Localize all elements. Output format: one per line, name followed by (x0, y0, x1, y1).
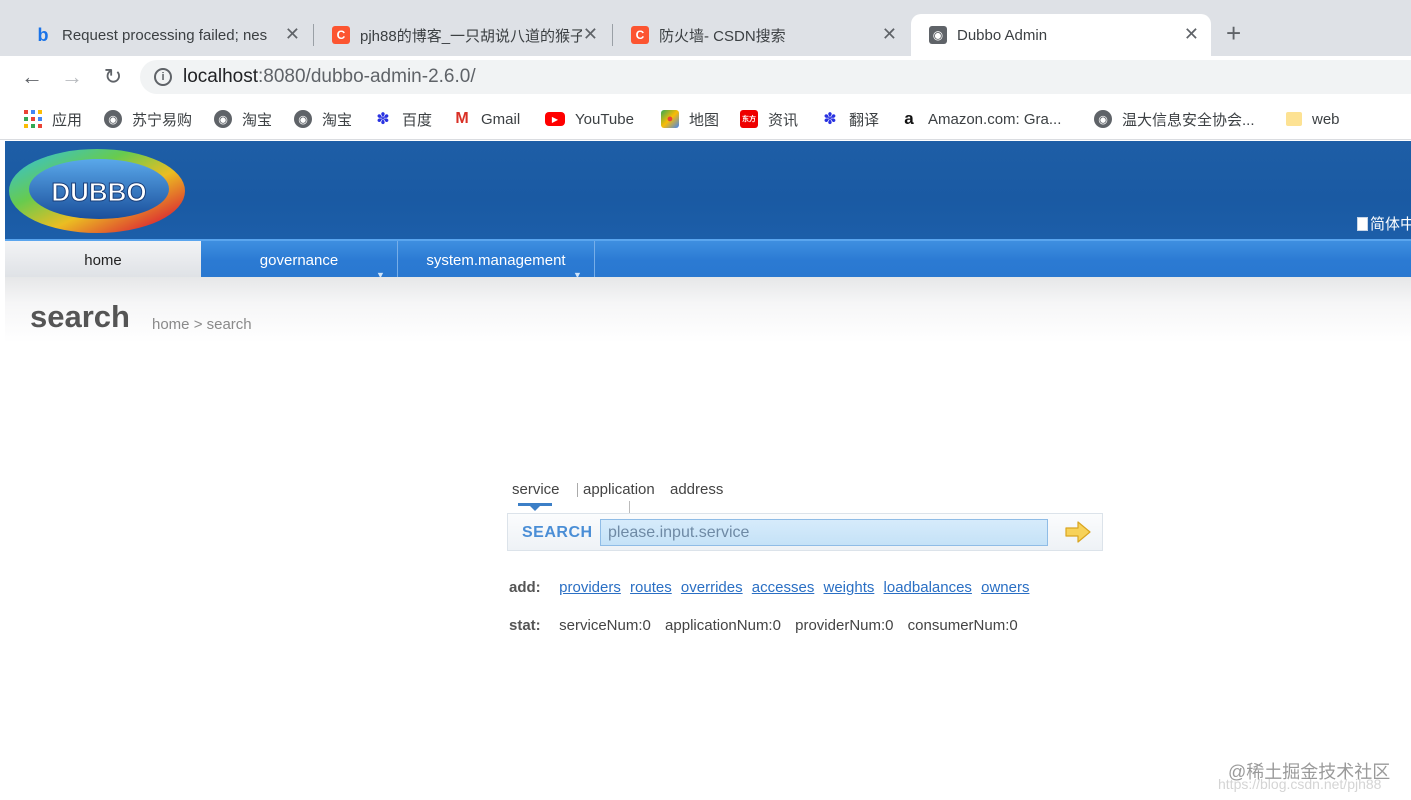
tab-divider (577, 483, 578, 497)
menu-governance[interactable]: governance ▼ (201, 241, 397, 280)
apps-grid-icon (24, 110, 42, 128)
globe-icon: ◉ (214, 110, 232, 128)
browser-toolbar: ← → ↻ i localhost:8080/dubbo-admin-2.6.0… (0, 56, 1411, 98)
language-switch-link[interactable]: 简体中 (1356, 213, 1411, 234)
add-weights-link[interactable]: weights (824, 579, 875, 596)
eastmoney-icon: 东方 (740, 110, 758, 128)
site-info-icon[interactable]: i (154, 68, 172, 86)
bookmark-item[interactable]: a Amazon.com: Gra... (900, 108, 1061, 130)
bookmark-item[interactable]: M Gmail (453, 108, 520, 130)
bookmarks-bar: 应用 ◉ 苏宁易购 ◉ 淘宝 ◉ 淘宝 ✽ 百度 M Gmail ▶ YouTu… (0, 98, 1411, 140)
add-owners-link[interactable]: owners (981, 579, 1029, 596)
bookmark-item[interactable]: ▶ YouTube (545, 108, 634, 130)
stat-provider-num: providerNum:0 (795, 617, 894, 634)
page-title: search (30, 299, 130, 334)
close-tab-icon[interactable]: ✕ (882, 24, 897, 44)
bing-icon: b (37, 24, 49, 45)
new-tab-icon[interactable]: + (1226, 20, 1241, 46)
watermark: @稀土掘金技术社区 (1228, 762, 1391, 782)
add-links-row: add: providers routes overrides accesses… (509, 579, 1034, 596)
bookmark-item[interactable]: 东方 资讯 (740, 108, 798, 130)
bookmark-item[interactable]: ◉ 温大信息安全协会... (1094, 108, 1255, 130)
stat-consumer-num: consumerNum:0 (907, 617, 1018, 634)
baidu-paw-icon: ✽ (376, 111, 390, 128)
youtube-icon: ▶ (545, 112, 565, 126)
close-tab-icon[interactable]: ✕ (1184, 24, 1199, 44)
add-routes-link[interactable]: routes (630, 579, 672, 596)
menu-system-management[interactable]: system.management ▼ (398, 241, 594, 280)
stats-row: stat: serviceNum:0 applicationNum:0 prov… (509, 617, 1028, 634)
baidu-paw-icon: ✽ (823, 111, 837, 128)
close-tab-icon[interactable]: ✕ (285, 24, 300, 44)
breadcrumb: home > search (152, 316, 252, 333)
tab-title: Dubbo Admin (957, 26, 1048, 44)
add-label: add: (509, 579, 541, 596)
search-type-tabs: service application address (510, 481, 810, 515)
back-arrow-icon[interactable]: ← (17, 62, 47, 92)
folder-icon (1286, 112, 1302, 126)
stat-label: stat: (509, 617, 541, 634)
tab-application[interactable]: application (583, 481, 655, 498)
url-text[interactable]: localhost:8080/dubbo-admin-2.6.0/ (183, 66, 476, 88)
menu-home[interactable]: home (5, 241, 201, 277)
globe-icon: ◉ (104, 110, 122, 128)
tab-title: 防火墙- CSDN搜索 (659, 27, 786, 45)
tab-strip: b Request processing failed; nes ✕ C pjh… (0, 0, 1411, 56)
globe-icon: ◉ (929, 26, 947, 44)
reload-icon[interactable]: ↻ (98, 62, 128, 92)
maps-icon: ● (661, 110, 679, 128)
gmail-icon: M (455, 110, 469, 127)
tab-title: Request processing failed; nes (62, 26, 268, 44)
add-loadbalances-link[interactable]: loadbalances (884, 579, 972, 596)
title-bar: search home > search (5, 277, 1411, 343)
forward-arrow-icon[interactable]: → (57, 62, 87, 92)
stat-service-num: serviceNum:0 (559, 617, 651, 634)
browser-tab[interactable]: b Request processing failed; nes ✕ (16, 14, 312, 56)
bookmark-item[interactable]: ✽ 翻译 (821, 108, 879, 130)
bookmark-folder[interactable]: web (1286, 108, 1340, 130)
amazon-icon: a (904, 109, 914, 128)
dubbo-logo: DUBBO (9, 149, 185, 233)
csdn-icon: C (631, 26, 649, 44)
search-label: SEARCH (522, 524, 593, 541)
search-box: SEARCH (507, 513, 1103, 551)
bookmark-item[interactable]: ◉ 苏宁易购 (104, 108, 192, 130)
bookmark-item[interactable]: ● 地图 (661, 108, 719, 130)
document-icon (1356, 217, 1368, 231)
dubbo-admin-page: DUBBO 简体中 home governance ▼ system.manag… (5, 141, 1411, 800)
browser-tab[interactable]: C pjh88的博客_一只胡说八道的猴子 ✕ (314, 14, 610, 56)
globe-icon: ◉ (1094, 110, 1112, 128)
stat-application-num: applicationNum:0 (665, 617, 781, 634)
svg-text:DUBBO: DUBBO (51, 177, 146, 207)
bookmark-item[interactable]: ◉ 淘宝 (294, 108, 352, 130)
bookmark-item[interactable]: ✽ 百度 (374, 108, 432, 130)
search-arrow-icon[interactable] (1064, 520, 1092, 544)
tab-service[interactable]: service (512, 481, 560, 498)
csdn-icon: C (332, 26, 350, 44)
add-accesses-link[interactable]: accesses (752, 579, 815, 596)
active-tab-pointer-icon (530, 506, 540, 511)
close-tab-icon[interactable]: ✕ (583, 24, 598, 44)
main-menu: home governance ▼ system.management ▼ (5, 239, 1411, 280)
app-header: DUBBO 简体中 (5, 141, 1411, 239)
browser-tab-active[interactable]: ◉ Dubbo Admin ✕ (911, 14, 1211, 56)
bookmark-item[interactable]: ◉ 淘宝 (214, 108, 272, 130)
add-overrides-link[interactable]: overrides (681, 579, 743, 596)
globe-icon: ◉ (294, 110, 312, 128)
browser-tab[interactable]: C 防火墙- CSDN搜索 ✕ (613, 14, 909, 56)
menu-divider (594, 241, 595, 277)
bookmark-apps[interactable]: 应用 (24, 108, 82, 130)
address-bar[interactable]: i localhost:8080/dubbo-admin-2.6.0/ (140, 60, 1411, 94)
search-input[interactable] (600, 519, 1048, 546)
tab-title: pjh88的博客_一只胡说八道的猴子 (360, 27, 582, 45)
tab-address[interactable]: address (670, 481, 723, 498)
add-providers-link[interactable]: providers (559, 579, 621, 596)
browser-window: b Request processing failed; nes ✕ C pjh… (0, 0, 1411, 800)
